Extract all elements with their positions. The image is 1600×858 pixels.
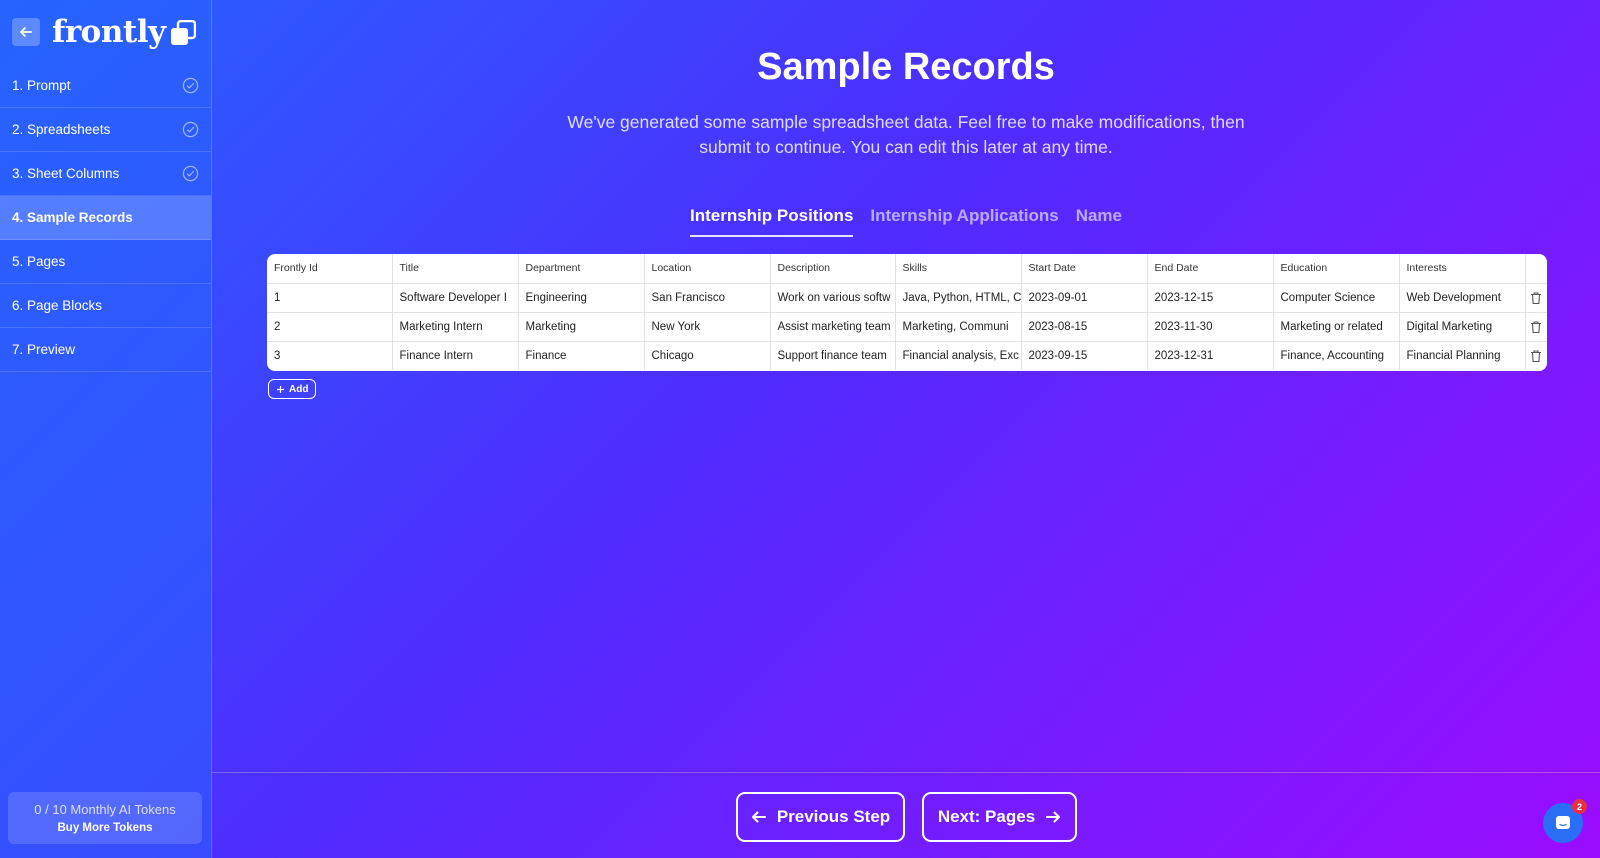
tokens-box: 0 / 10 Monthly AI Tokens Buy More Tokens (8, 792, 202, 844)
table-row: 1 Software Developer I Engineering San F… (267, 283, 1547, 313)
sidebar-item-label: 2. Spreadsheets (12, 122, 111, 137)
sheet-tabs: Internship Positions Internship Applicat… (212, 206, 1600, 237)
table-cell[interactable]: Finance (518, 341, 645, 370)
sidebar-item-label: 6. Page Blocks (12, 298, 103, 313)
sidebar-item-pages[interactable]: 5. Pages (0, 240, 211, 284)
sidebar-nav: 1. Prompt 2. Spreadsheets 3. Sheet Colum… (0, 64, 211, 372)
table-header-row: Frontly Id Title Department Location Des… (267, 254, 1547, 284)
plus-icon (277, 385, 284, 393)
table-cell[interactable]: 2023-09-15 (1021, 341, 1148, 370)
table-cell[interactable]: Financial analysis, Exc (895, 341, 1022, 370)
sidebar-item-sample-records[interactable]: 4. Sample Records (0, 196, 211, 240)
column-header: Location (644, 254, 771, 284)
column-header: Description (770, 254, 896, 284)
table-cell[interactable]: Java, Python, HTML, C (895, 283, 1022, 313)
table-cell[interactable]: Computer Science (1273, 283, 1400, 313)
check-circle-icon (182, 77, 199, 94)
table-cell[interactable]: Work on various softw (770, 283, 896, 313)
trash-icon[interactable] (1529, 291, 1543, 305)
column-header: Frontly Id (267, 254, 393, 284)
column-header: Start Date (1021, 254, 1148, 284)
next-pages-button[interactable]: Next: Pages (922, 792, 1077, 842)
table-cell[interactable]: 2 (267, 312, 393, 342)
brand: frontly (0, 0, 211, 64)
column-header: Education (1273, 254, 1400, 284)
table-cell[interactable]: 3 (267, 341, 393, 370)
arrow-left-icon (20, 27, 32, 37)
sidebar: frontly 1. Prompt 2. Spreadsheets 3. She… (0, 0, 212, 858)
tab-internship-applications[interactable]: Internship Applications (870, 206, 1058, 237)
table-cell[interactable]: 2023-08-15 (1021, 312, 1148, 342)
table-cell[interactable]: Financial Planning (1399, 341, 1526, 370)
logo-text: frontly (52, 14, 166, 50)
column-header: Department (518, 254, 645, 284)
footer-bar: Previous Step Next: Pages 2 (212, 772, 1600, 858)
arrow-left-icon (751, 811, 766, 823)
sidebar-item-label: 5. Pages (12, 254, 66, 269)
page-subtitle: We've generated some sample spreadsheet … (567, 112, 1245, 157)
table-cell[interactable]: Software Developer I (392, 283, 519, 313)
add-record-button[interactable]: Add (268, 379, 317, 399)
previous-step-label: Previous Step (776, 807, 891, 826)
table-cell[interactable]: Assist marketing team (770, 312, 896, 342)
table-cell[interactable]: New York (644, 312, 771, 342)
table-cell[interactable]: Marketing or related (1273, 312, 1400, 342)
sidebar-item-prompt[interactable]: 1. Prompt (0, 64, 211, 108)
table-cell[interactable]: Marketing, Communi (895, 312, 1022, 342)
delete-row-cell (1525, 341, 1547, 370)
column-header: End Date (1147, 254, 1274, 284)
table-cell[interactable]: 1 (267, 283, 393, 313)
table-cell[interactable]: Marketing (518, 312, 645, 342)
logo-mark-icon (170, 20, 196, 45)
buy-tokens-link[interactable]: Buy More Tokens (58, 822, 153, 834)
column-header-actions (1525, 254, 1547, 284)
table-row: 2 Marketing Intern Marketing New York As… (267, 312, 1547, 342)
table-cell[interactable]: Finance, Accounting (1273, 341, 1400, 370)
table-cell[interactable]: Web Development (1399, 283, 1526, 313)
trash-icon[interactable] (1529, 349, 1543, 363)
table-cell[interactable]: 2023-09-01 (1021, 283, 1148, 313)
table-cell[interactable]: 2023-12-15 (1147, 283, 1274, 313)
table-cell[interactable]: Digital Marketing (1399, 312, 1526, 342)
next-step-label: Next: Pages (937, 807, 1036, 826)
sidebar-item-label: 3. Sheet Columns (12, 166, 120, 181)
arrow-right-icon (1046, 811, 1061, 823)
table-cell[interactable]: Marketing Intern (392, 312, 519, 342)
sidebar-item-page-blocks[interactable]: 6. Page Blocks (0, 284, 211, 328)
sidebar-item-sheet-columns[interactable]: 3. Sheet Columns (0, 152, 211, 196)
page-title: Sample Records (757, 46, 1055, 88)
table-cell[interactable]: Support finance team (770, 341, 896, 370)
column-header: Interests (1399, 254, 1526, 284)
table-cell[interactable]: 2023-12-31 (1147, 341, 1274, 370)
check-circle-icon (182, 121, 199, 138)
table-cell[interactable]: Finance Intern (392, 341, 519, 370)
table-cell[interactable]: Chicago (644, 341, 771, 370)
tab-name[interactable]: Name (1076, 206, 1122, 237)
records-table: Frontly Id Title Department Location Des… (267, 254, 1547, 371)
tab-internship-positions[interactable]: Internship Positions (690, 206, 854, 237)
tokens-count: 0 / 10 Monthly AI Tokens (34, 802, 176, 817)
chat-icon (1556, 816, 1570, 829)
chat-notification-badge: 2 (1572, 799, 1587, 814)
check-circle-icon (182, 165, 199, 182)
table-cell[interactable]: 2023-11-30 (1147, 312, 1274, 342)
delete-row-cell (1525, 283, 1547, 313)
table-row: 3 Finance Intern Finance Chicago Support… (267, 341, 1547, 370)
column-header: Skills (895, 254, 1022, 284)
sidebar-item-label: 7. Preview (12, 342, 76, 357)
sidebar-item-label: 4. Sample Records (12, 210, 133, 225)
add-record-label: Add (289, 383, 309, 395)
sidebar-item-label: 1. Prompt (12, 78, 71, 93)
trash-icon[interactable] (1529, 320, 1543, 334)
main-content: Sample Records We've generated some samp… (212, 0, 1600, 772)
table-cell[interactable]: Engineering (518, 283, 645, 313)
chat-launcher-button[interactable]: 2 (1543, 799, 1587, 843)
table-cell[interactable]: San Francisco (644, 283, 771, 313)
sidebar-item-preview[interactable]: 7. Preview (0, 328, 211, 372)
back-button[interactable] (12, 18, 40, 46)
sidebar-item-spreadsheets[interactable]: 2. Spreadsheets (0, 108, 211, 152)
column-header: Title (392, 254, 519, 284)
previous-step-button[interactable]: Previous Step (736, 792, 905, 842)
delete-row-cell (1525, 312, 1547, 342)
